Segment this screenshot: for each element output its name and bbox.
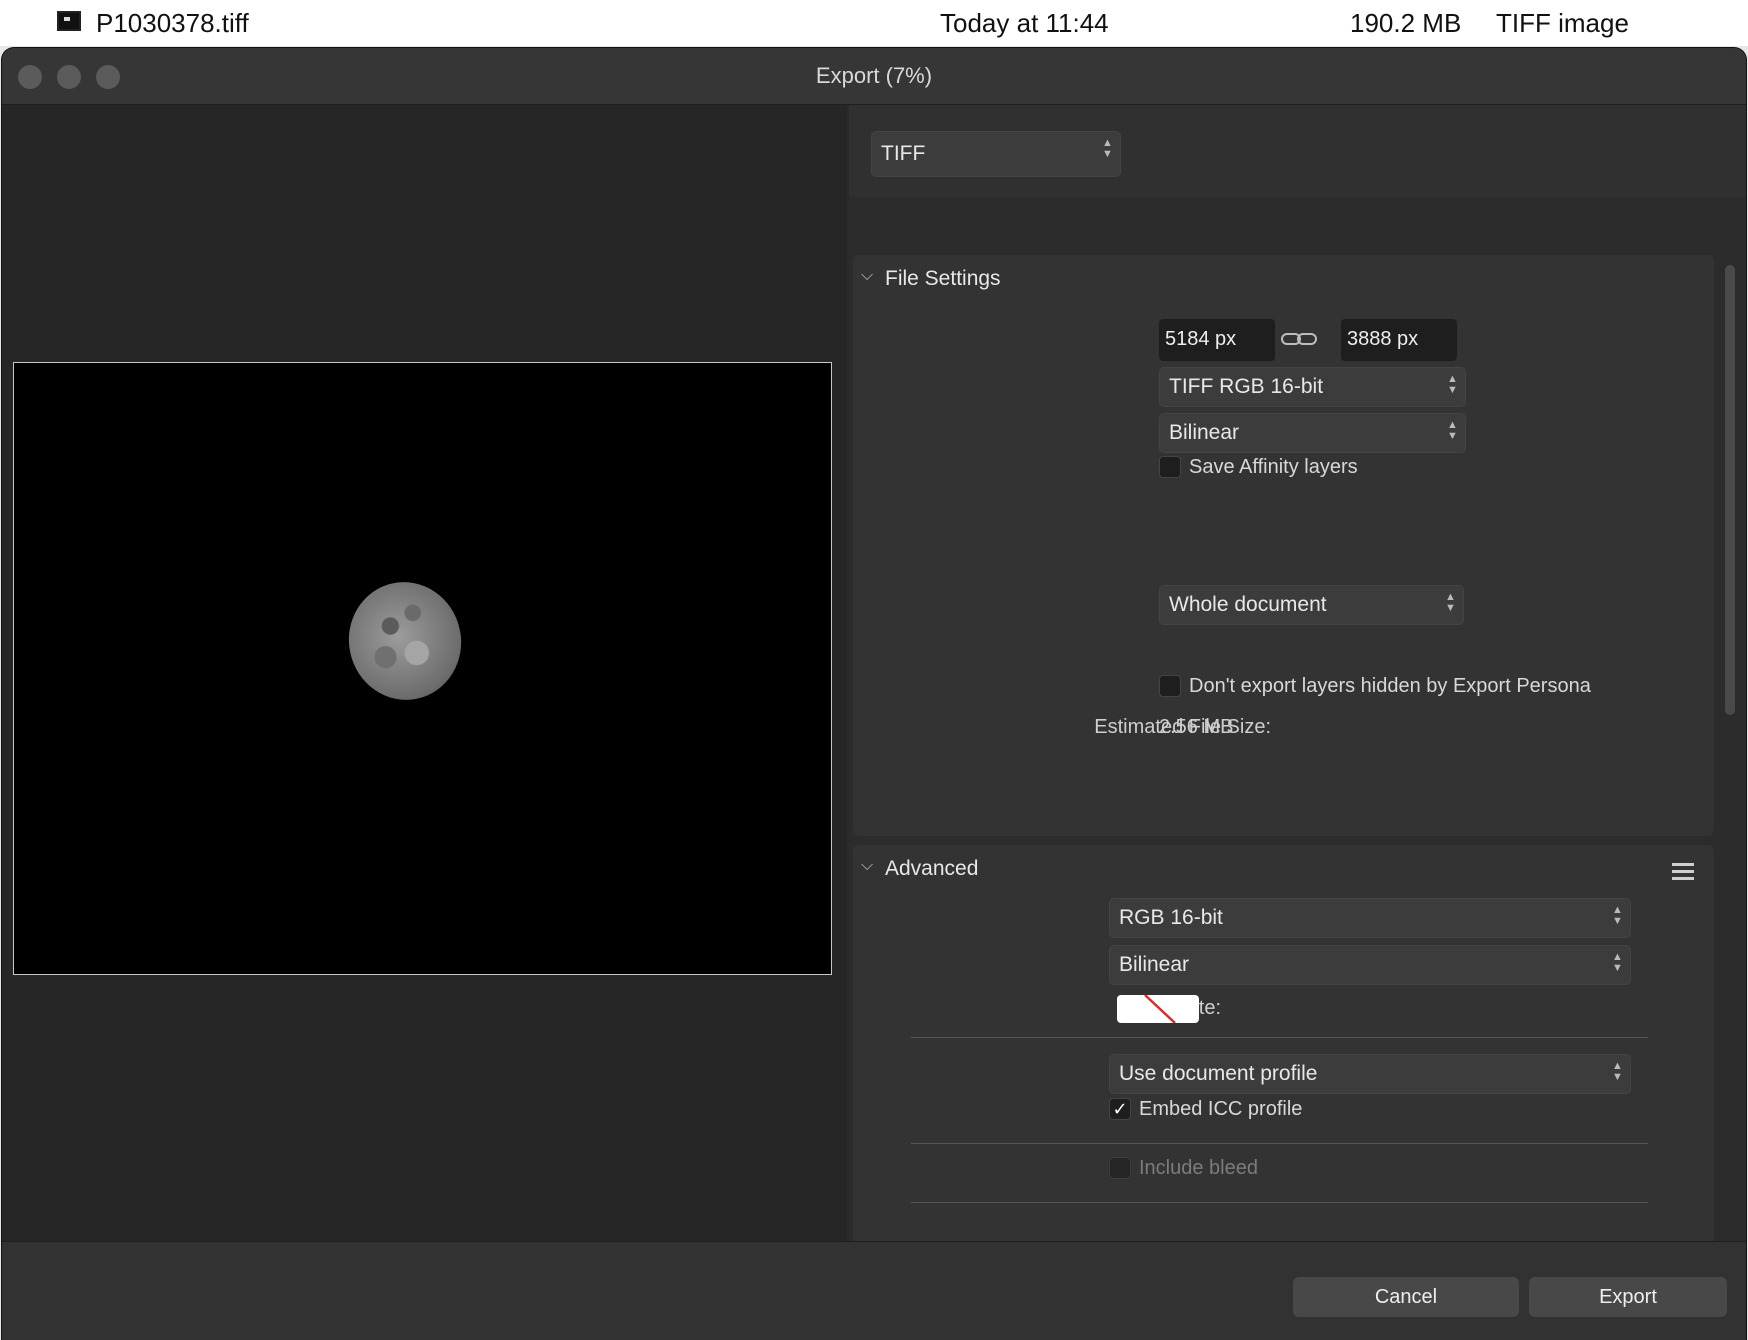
up-down-chevron-icon: ▲ ▼ [1102, 137, 1113, 160]
divider [911, 1143, 1648, 1144]
finder-file-row[interactable]: P1030378.tiff Today at 11:44 190.2 MB TI… [0, 0, 1748, 46]
format-select-value: TIFF [881, 142, 926, 165]
window-title: Export (7%) [815, 63, 933, 88]
finder-file-size: 190.2 MB [1350, 8, 1462, 38]
export-button[interactable]: Export [1529, 1277, 1727, 1317]
embed-icc-label[interactable]: Embed ICC profile [1139, 1098, 1302, 1121]
pixel-format-value: RGB 16-bit [1119, 906, 1223, 929]
height-input[interactable]: 3888 px [1341, 319, 1457, 361]
finder-date-modified: Today at 11:44 [940, 8, 1109, 38]
preset-select[interactable]: TIFF RGB 16-bit ▲ ▼ [1159, 367, 1466, 407]
finder-filename: P1030378.tiff [96, 8, 249, 38]
scroll-thumb[interactable] [1725, 265, 1735, 715]
file-thumbnail-icon [57, 11, 81, 31]
resample-select-value: Bilinear [1169, 421, 1240, 444]
up-down-chevron-icon: ▲ ▼ [1447, 373, 1458, 396]
cancel-button[interactable]: Cancel [1293, 1277, 1519, 1317]
settings-scrollbar[interactable] [1721, 257, 1739, 1241]
width-input[interactable]: 5184 px [1159, 319, 1275, 361]
chevron-down-icon[interactable]: ⌵ [861, 857, 873, 875]
hamburger-menu-icon[interactable] [1672, 863, 1694, 881]
file-settings-header[interactable]: File Settings [885, 267, 1001, 291]
pixel-format-select[interactable]: RGB 16-bit ▲ ▼ [1109, 898, 1631, 938]
format-bar: TIFF ▲ ▼ [849, 105, 1746, 197]
icc-profile-value: Use document profile [1119, 1062, 1318, 1085]
up-down-chevron-icon: ▲ ▼ [1447, 419, 1458, 442]
icc-profile-select[interactable]: Use document profile ▲ ▼ [1109, 1054, 1631, 1094]
moon-image [337, 571, 473, 711]
export-preview-image [13, 362, 832, 975]
title-bar[interactable]: Export (7%) [2, 48, 1746, 105]
save-affinity-layers-label[interactable]: Save Affinity layers [1189, 456, 1358, 479]
finder-file-kind: TIFF image [1496, 8, 1629, 38]
dialog-footer: Cancel Export [2, 1241, 1746, 1340]
area-select[interactable]: Whole document ▲ ▼ [1159, 585, 1464, 625]
checkmark-icon: ✓ [1112, 1099, 1128, 1119]
chevron-down-icon[interactable]: ⌵ [861, 267, 873, 285]
matte-color-swatch[interactable] [1117, 995, 1199, 1023]
include-bleed-checkbox [1109, 1157, 1131, 1179]
up-down-chevron-icon: ▲ ▼ [1612, 904, 1623, 927]
up-down-chevron-icon: ▲ ▼ [1445, 591, 1456, 614]
area-select-value: Whole document [1169, 593, 1327, 616]
resample-select[interactable]: Bilinear ▲ ▼ [1159, 413, 1466, 453]
advanced-resample-select[interactable]: Bilinear ▲ ▼ [1109, 945, 1631, 985]
format-select[interactable]: TIFF ▲ ▼ [871, 131, 1121, 177]
link-chain-icon[interactable] [1281, 331, 1317, 347]
preset-select-value: TIFF RGB 16-bit [1169, 375, 1324, 398]
embed-icc-checkbox[interactable]: ✓ [1109, 1098, 1131, 1120]
estimated-size-value: 2.56 MB [1159, 716, 1234, 738]
divider [911, 1037, 1648, 1038]
preview-pane [2, 105, 847, 1241]
dont-export-hidden-label[interactable]: Don't export layers hidden by Export Per… [1189, 675, 1591, 698]
advanced-header[interactable]: Advanced [885, 857, 978, 881]
file-settings-section: ⌵ File Settings Size: 5184 px 3888 px Pr… [853, 255, 1714, 836]
up-down-chevron-icon: ▲ ▼ [1612, 951, 1623, 974]
save-affinity-layers-checkbox[interactable] [1159, 456, 1181, 478]
no-color-slash-icon [1144, 995, 1176, 1023]
export-dialog: Export (7%) TIFF ▲▼ ⌵ File Settings Size… [2, 48, 1746, 1340]
advanced-resample-value: Bilinear [1119, 953, 1190, 976]
divider [911, 1202, 1648, 1203]
advanced-section: ⌵ Advanced Pixel format: RGB 16-bit ▲▼ R… [853, 845, 1714, 1265]
up-down-chevron-icon: ▲ ▼ [1612, 1060, 1623, 1083]
dont-export-hidden-checkbox[interactable] [1159, 675, 1181, 697]
settings-pane: TIFF ▲▼ ⌵ File Settings Size: 5184 px 38… [849, 105, 1746, 1265]
include-bleed-label: Include bleed [1139, 1157, 1258, 1179]
